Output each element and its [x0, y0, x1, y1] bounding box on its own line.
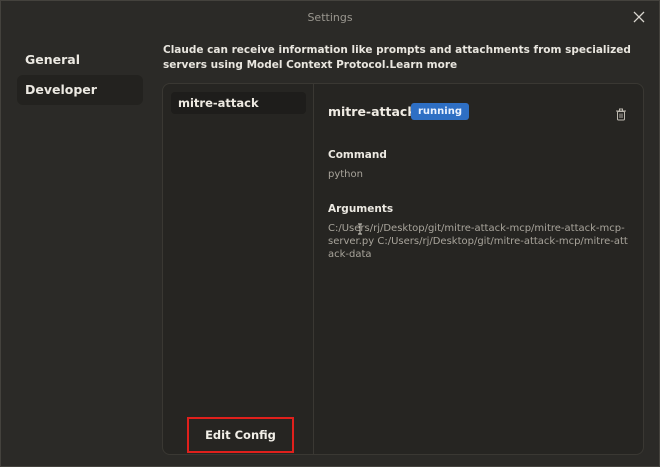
command-value: python	[328, 169, 363, 180]
server-item-mitre-attack[interactable]: mitre-attack	[171, 92, 306, 114]
server-detail: mitre-attack running Command python Argu…	[315, 84, 643, 454]
settings-window: Settings General Developer Claude can re…	[0, 0, 660, 467]
learn-more-link[interactable]: Learn more	[389, 59, 457, 71]
close-icon	[633, 11, 645, 23]
close-button[interactable]	[631, 9, 647, 25]
nav-item-general[interactable]: General	[17, 45, 143, 75]
settings-nav: General Developer	[17, 45, 143, 105]
mcp-servers-panel: mitre-attack Edit Config mitre-attack ru…	[162, 83, 644, 455]
arguments-value: C:/Users/rj/Desktop/git/mitre-attack-mcp…	[328, 223, 628, 260]
intro-text: Claude can receive information like prom…	[163, 43, 643, 72]
delete-server-button[interactable]	[615, 106, 627, 121]
command-label: Command	[328, 149, 387, 161]
edit-config-button[interactable]: Edit Config	[187, 417, 294, 453]
window-title: Settings	[307, 11, 353, 24]
text-cursor-icon	[358, 223, 362, 235]
status-badge: running	[411, 103, 469, 120]
server-name: mitre-attack	[328, 104, 416, 119]
trash-icon	[616, 108, 626, 121]
nav-item-developer[interactable]: Developer	[17, 75, 143, 105]
title-bar: Settings	[1, 1, 659, 33]
server-list: mitre-attack Edit Config	[163, 84, 314, 454]
arguments-label: Arguments	[328, 203, 394, 215]
